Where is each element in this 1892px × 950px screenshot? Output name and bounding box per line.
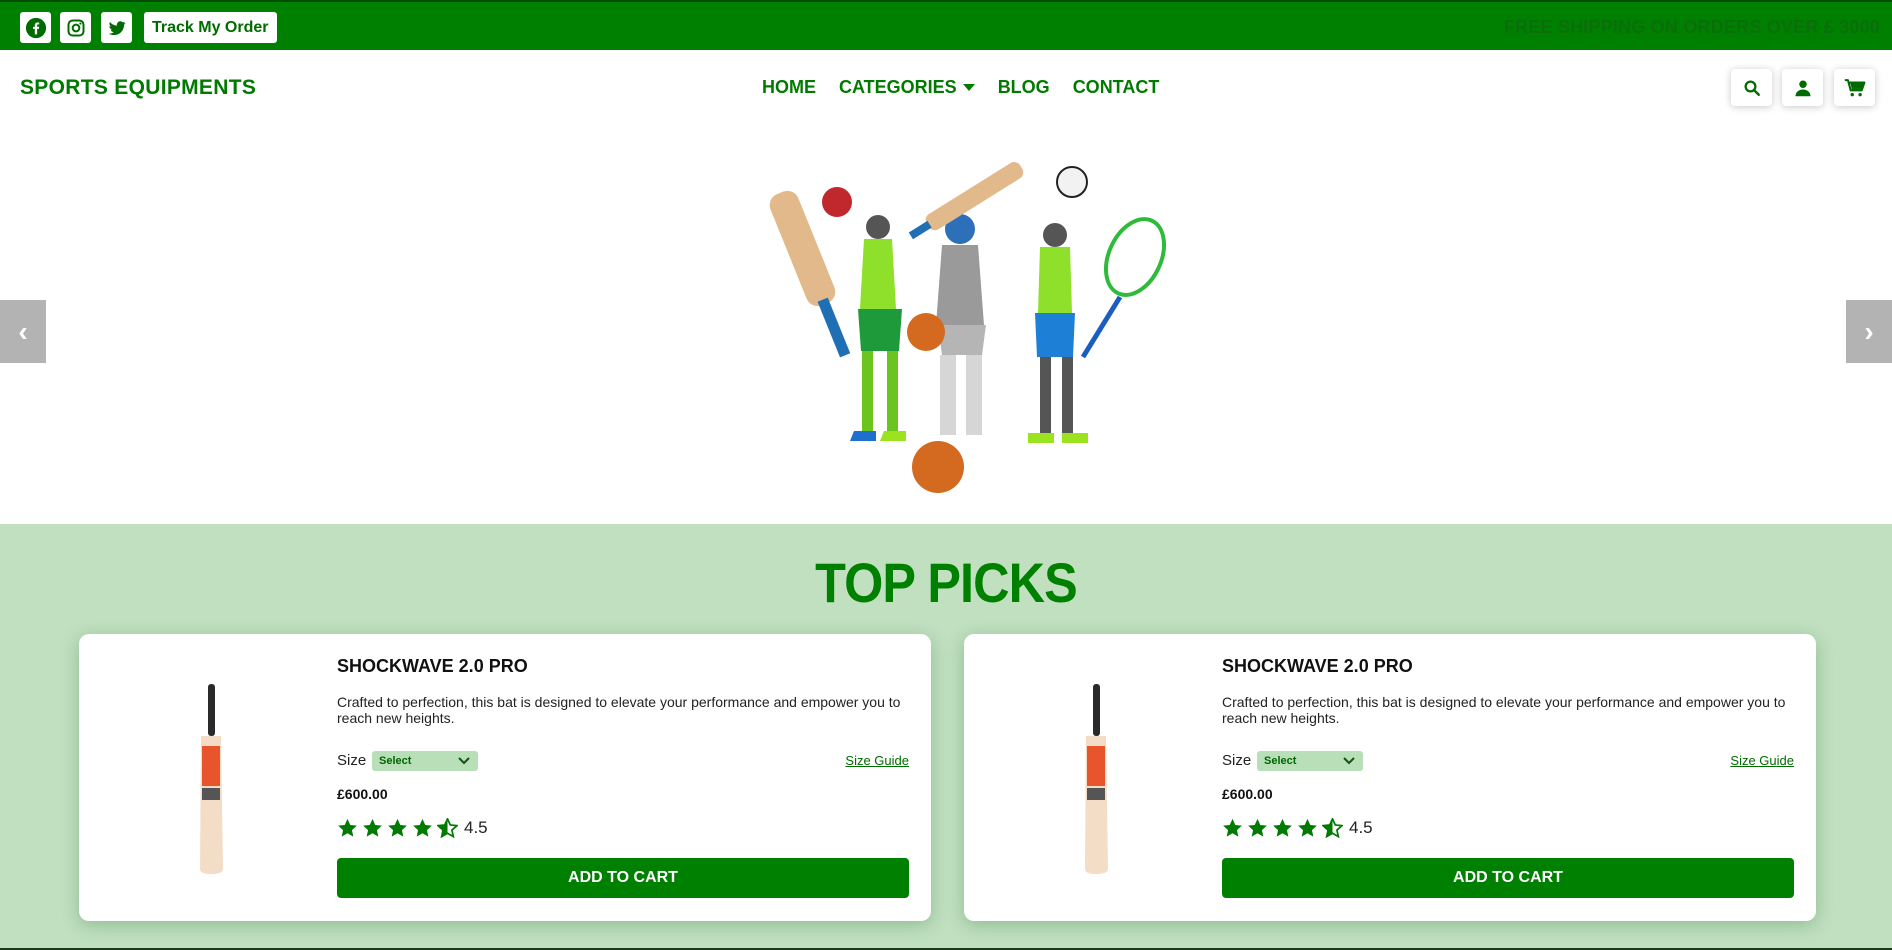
shipping-banner: FREE SHIPPING ON ORDERS OVER £ 3000 — [1503, 17, 1880, 37]
size-guide-link[interactable]: Size Guide — [1730, 753, 1794, 768]
chevron-down-icon — [458, 757, 470, 765]
star-icon — [1248, 818, 1267, 837]
account-button[interactable] — [1782, 69, 1823, 106]
carousel-next-button[interactable]: › — [1846, 300, 1892, 363]
size-label: Size — [337, 752, 367, 769]
user-icon — [1795, 80, 1810, 96]
product-card: SHOCKWAVE 2.0 PRO Crafted to perfection,… — [964, 634, 1816, 921]
cart-icon — [1844, 78, 1865, 96]
product-price: £600.00 — [1222, 786, 1273, 802]
track-order-button[interactable]: Track My Order — [144, 12, 277, 43]
main-nav: HOME CATEGORIES BLOG CONTACT — [762, 77, 1159, 98]
facebook-icon[interactable] — [20, 12, 51, 43]
product-price: £600.00 — [337, 786, 388, 802]
product-card: SHOCKWAVE 2.0 PRO Crafted to perfection,… — [79, 634, 931, 921]
product-description: Crafted to perfection, this bat is desig… — [337, 694, 901, 726]
cricket-bat-image[interactable] — [191, 684, 231, 874]
twitter-icon[interactable] — [101, 12, 132, 43]
add-to-cart-button[interactable]: ADD TO CART — [337, 858, 909, 898]
rating-value: 4.5 — [464, 818, 488, 837]
size-select-value: Select — [1264, 755, 1297, 767]
nav-contact[interactable]: CONTACT — [1073, 77, 1160, 98]
rating-value: 4.5 — [1349, 818, 1373, 837]
carousel-prev-button[interactable]: ‹ — [0, 300, 46, 363]
hero-carousel: ‹ › — [0, 127, 1892, 524]
nav-home[interactable]: HOME — [762, 77, 816, 98]
cart-button[interactable] — [1834, 69, 1875, 106]
rating-stars: 4.5 — [1222, 818, 1373, 838]
nav-contact-label: CONTACT — [1072, 77, 1160, 97]
search-button[interactable] — [1731, 69, 1772, 106]
search-icon — [1744, 80, 1760, 96]
rating-stars: 4.5 — [337, 818, 488, 838]
nav-categories[interactable]: CATEGORIES — [839, 77, 975, 98]
star-icon — [338, 818, 357, 837]
product-title[interactable]: SHOCKWAVE 2.0 PRO — [337, 656, 528, 677]
star-icon — [1298, 818, 1317, 837]
top-picks-section: TOP PICKS SHOCKWAVE 2.0 PRO Crafted to p… — [0, 524, 1892, 950]
hero-athletes-image — [769, 162, 1167, 493]
size-select-value: Select — [379, 755, 412, 767]
top-bar: Track My Order FREE SHIPPING ON ORDERS O… — [0, 0, 1892, 50]
star-icon — [1223, 818, 1242, 837]
star-icon — [388, 818, 407, 837]
chevron-down-icon — [1343, 757, 1355, 765]
size-select[interactable]: Select — [1257, 751, 1363, 771]
star-half-icon — [1322, 818, 1343, 838]
section-title: TOP PICKS — [815, 551, 1078, 614]
caret-down-icon — [962, 84, 975, 91]
product-description: Crafted to perfection, this bat is desig… — [1222, 694, 1786, 726]
nav-blog-label: BLOG — [997, 77, 1050, 97]
nav-blog[interactable]: BLOG — [998, 77, 1050, 98]
star-icon — [413, 818, 432, 837]
site-logo[interactable]: SPORTS EQUIPMENTS — [20, 76, 256, 100]
star-icon — [363, 818, 382, 837]
add-to-cart-button[interactable]: ADD TO CART — [1222, 858, 1794, 898]
size-label: Size — [1222, 752, 1252, 769]
size-select[interactable]: Select — [372, 751, 478, 771]
cricket-bat-image[interactable] — [1076, 684, 1116, 874]
size-guide-link[interactable]: Size Guide — [845, 753, 909, 768]
star-half-icon — [437, 818, 458, 838]
product-title[interactable]: SHOCKWAVE 2.0 PRO — [1222, 656, 1413, 677]
star-icon — [1273, 818, 1292, 837]
nav-home-label: HOME — [762, 77, 816, 97]
instagram-icon[interactable] — [60, 12, 91, 43]
nav-categories-label: CATEGORIES — [839, 77, 957, 97]
